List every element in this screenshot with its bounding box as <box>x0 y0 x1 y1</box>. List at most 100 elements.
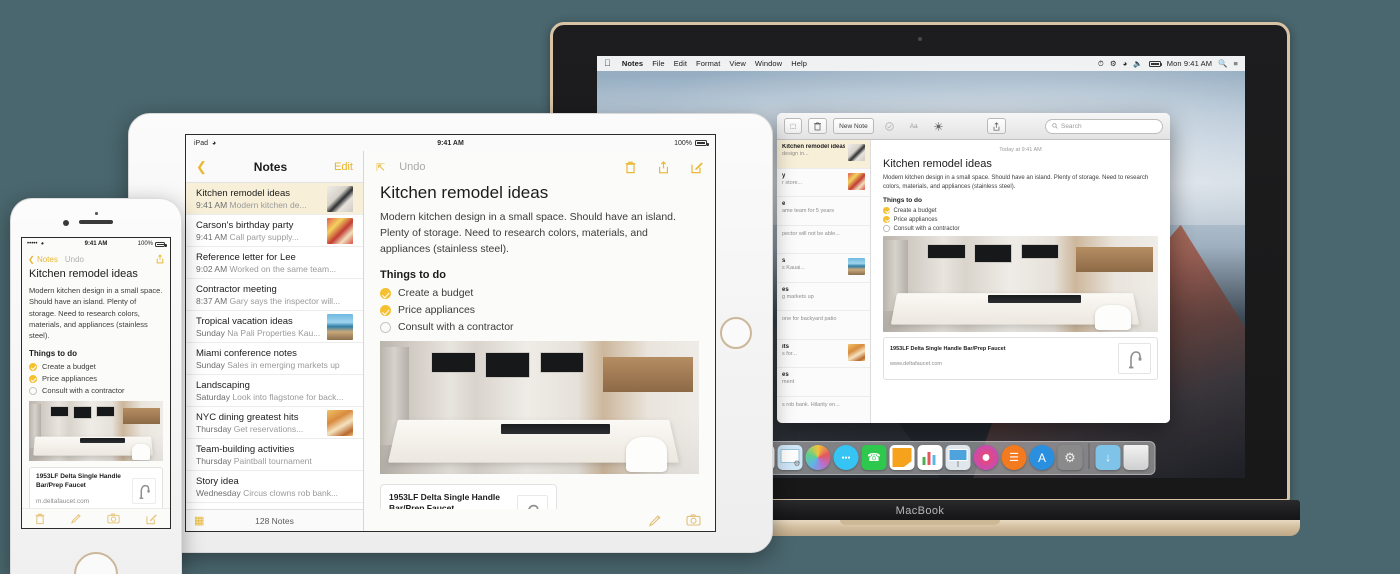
list-item[interactable]: Landscaping Saturday Look into flagstone … <box>186 375 363 407</box>
checklist-item[interactable]: Price appliances <box>380 304 699 316</box>
search-input[interactable]: Search <box>1044 118 1163 134</box>
undo-button[interactable]: Undo <box>399 161 425 173</box>
chevron-left-icon[interactable]: ❮ <box>196 159 207 175</box>
checkbox-unchecked-icon[interactable] <box>29 386 37 395</box>
bluetooth-icon[interactable]: ⚙ <box>1110 60 1117 68</box>
checklist-item[interactable]: Consult with a contractor <box>29 386 163 395</box>
wifi-icon[interactable]: ◕ <box>1123 60 1128 68</box>
format-button[interactable]: Aa <box>905 118 923 134</box>
photo-button[interactable] <box>929 118 948 134</box>
list-item[interactable]: Story idea Wednesday Circus clowns rob ba… <box>186 471 363 503</box>
camera-icon[interactable] <box>107 513 121 524</box>
table-row[interactable]: pector will not be able... <box>777 226 870 254</box>
share-button[interactable] <box>986 118 1006 134</box>
dock-icon-itunes[interactable]: ♫ <box>973 445 999 470</box>
checklist-item[interactable]: Create a budget <box>380 287 699 299</box>
checkbox-unchecked-icon[interactable] <box>883 225 890 232</box>
apple-icon[interactable]:  <box>604 59 611 68</box>
grid-view-icon[interactable]: ▦ <box>194 514 204 527</box>
spotlight-icon[interactable]: 🔍 <box>1218 60 1227 68</box>
list-item[interactable]: Carson's birthday party 9:41 AM Call part… <box>186 215 363 247</box>
iphone-note-content[interactable]: Kitchen remodel ideas Modern kitchen des… <box>22 268 170 508</box>
mac-notes-list[interactable]: Kitchen remodel ideas design in... y r stor… <box>777 140 871 423</box>
view-toggle-button[interactable]: ⬚ <box>784 118 803 134</box>
link-attachment-card[interactable]: 1953LF Delta Single Handle Bar/Prep Fauc… <box>380 484 557 509</box>
dock-icon-downloads-folder[interactable]: ↓ <box>1095 445 1121 470</box>
trash-icon[interactable] <box>35 513 45 525</box>
sketch-icon[interactable] <box>70 513 82 524</box>
ipad-note-content[interactable]: Kitchen remodel ideas Modern kitchen des… <box>364 183 715 509</box>
dock-icon-app-store[interactable]: A <box>1029 445 1055 470</box>
checkbox-checked-icon[interactable] <box>380 287 391 299</box>
edit-button[interactable]: Edit <box>334 161 353 173</box>
table-row[interactable]: one for backyard patio <box>777 311 870 340</box>
list-item[interactable]: Miami conference notes Sunday Sales in em… <box>186 343 363 375</box>
list-item[interactable]: Contractor meeting 8:37 AM Gary says the … <box>186 279 363 311</box>
dock-icon-messages[interactable]: ●●● <box>833 445 859 470</box>
table-row[interactable]: yr store... <box>777 169 870 197</box>
dock-icon-system-preferences[interactable]: ⚙ <box>1057 445 1083 470</box>
compose-icon[interactable] <box>146 513 157 525</box>
checklist-button[interactable] <box>880 118 899 134</box>
trash-icon[interactable] <box>625 161 636 174</box>
dock-icon-keynote[interactable] <box>945 445 971 470</box>
menu-format[interactable]: Format <box>696 59 720 68</box>
checklist-item[interactable]: Price appliances <box>29 374 163 383</box>
compose-icon[interactable] <box>691 161 703 174</box>
delete-note-button[interactable] <box>808 118 828 134</box>
table-row[interactable]: its s for... <box>777 340 870 368</box>
battery-icon[interactable] <box>1148 60 1163 67</box>
menu-notes[interactable]: Notes <box>622 59 643 68</box>
menu-view[interactable]: View <box>729 59 746 68</box>
list-item[interactable]: Reference letter for Lee 9:02 AM Worked o… <box>186 247 363 279</box>
checkbox-unchecked-icon[interactable] <box>380 321 391 333</box>
share-icon[interactable] <box>658 160 669 174</box>
checklist-item[interactable]: Price appliances <box>883 216 1158 223</box>
link-attachment-card[interactable]: 1953LF Delta Single Handle Bar/Prep Fauc… <box>29 467 163 508</box>
timemachine-icon[interactable]: ⏱ <box>1098 60 1104 68</box>
new-note-button[interactable]: New Note <box>833 118 874 134</box>
dock-icon-facetime[interactable]: ☎ <box>861 445 887 470</box>
checkbox-checked-icon[interactable] <box>883 207 890 214</box>
note-photo-attachment[interactable] <box>29 401 163 462</box>
back-button[interactable]: ❮ Notes <box>28 255 58 264</box>
table-row[interactable]: es g markets up <box>777 283 870 311</box>
camera-icon[interactable] <box>686 514 701 526</box>
list-item[interactable]: Kitchen remodel ideas 9:41 AM Modern kitc… <box>186 183 363 215</box>
table-row[interactable]: Kitchen remodel ideas design in... <box>777 140 870 169</box>
table-row[interactable]: s rob bank. Hilarity en... <box>777 397 870 424</box>
iphone-home-button[interactable] <box>74 552 118 574</box>
ipad-note-rows[interactable]: Kitchen remodel ideas 9:41 AM Modern kitc… <box>186 183 363 509</box>
mac-menubar[interactable]:  Notes File Edit Format View Window Hel… <box>597 56 1245 71</box>
mac-note-detail[interactable]: Today at 9:41 AM Kitchen remodel ideas M… <box>871 140 1170 423</box>
checkbox-checked-icon[interactable] <box>380 304 391 316</box>
sketch-icon[interactable] <box>649 514 662 527</box>
menubar-clock[interactable]: Mon 9:41 AM <box>1167 60 1212 68</box>
table-row[interactable]: e ame team for 5 years <box>777 197 870 226</box>
menu-file[interactable]: File <box>652 59 665 68</box>
undo-button[interactable]: Undo <box>65 255 84 264</box>
volume-icon[interactable]: 🔈 <box>1133 60 1142 68</box>
menu-help[interactable]: Help <box>791 59 807 68</box>
ipad-home-button[interactable] <box>720 317 752 349</box>
note-photo-attachment[interactable] <box>380 341 699 475</box>
list-item[interactable]: Tropical vacation ideas Sunday Na Pali Pr… <box>186 311 363 343</box>
dock-icon-ibooks[interactable]: ☰ <box>1001 445 1027 470</box>
dock-icon-photos[interactable] <box>805 445 831 470</box>
table-row[interactable]: ss Kauai... <box>777 254 870 283</box>
list-item[interactable]: NYC dining greatest hits Thursday Get res… <box>186 407 363 439</box>
table-row[interactable]: es ment <box>777 368 870 397</box>
menu-window[interactable]: Window <box>755 59 782 68</box>
checkbox-checked-icon[interactable] <box>29 362 37 371</box>
checklist-item[interactable]: Create a budget <box>883 207 1158 214</box>
checklist-item[interactable]: Create a budget <box>29 362 163 371</box>
checkbox-checked-icon[interactable] <box>29 374 37 383</box>
notification-center-icon[interactable]: ≡ <box>1234 60 1238 68</box>
checklist-item[interactable]: Consult with a contractor <box>883 225 1158 232</box>
note-photo-attachment[interactable] <box>883 235 1158 332</box>
dock-icon-trash[interactable] <box>1123 445 1149 470</box>
share-icon[interactable] <box>156 254 164 264</box>
expand-icon[interactable]: ⇱ <box>376 161 385 174</box>
dock-icon-pages[interactable] <box>889 445 915 470</box>
dock-icon-mail[interactable]: ⚙ <box>777 445 803 470</box>
